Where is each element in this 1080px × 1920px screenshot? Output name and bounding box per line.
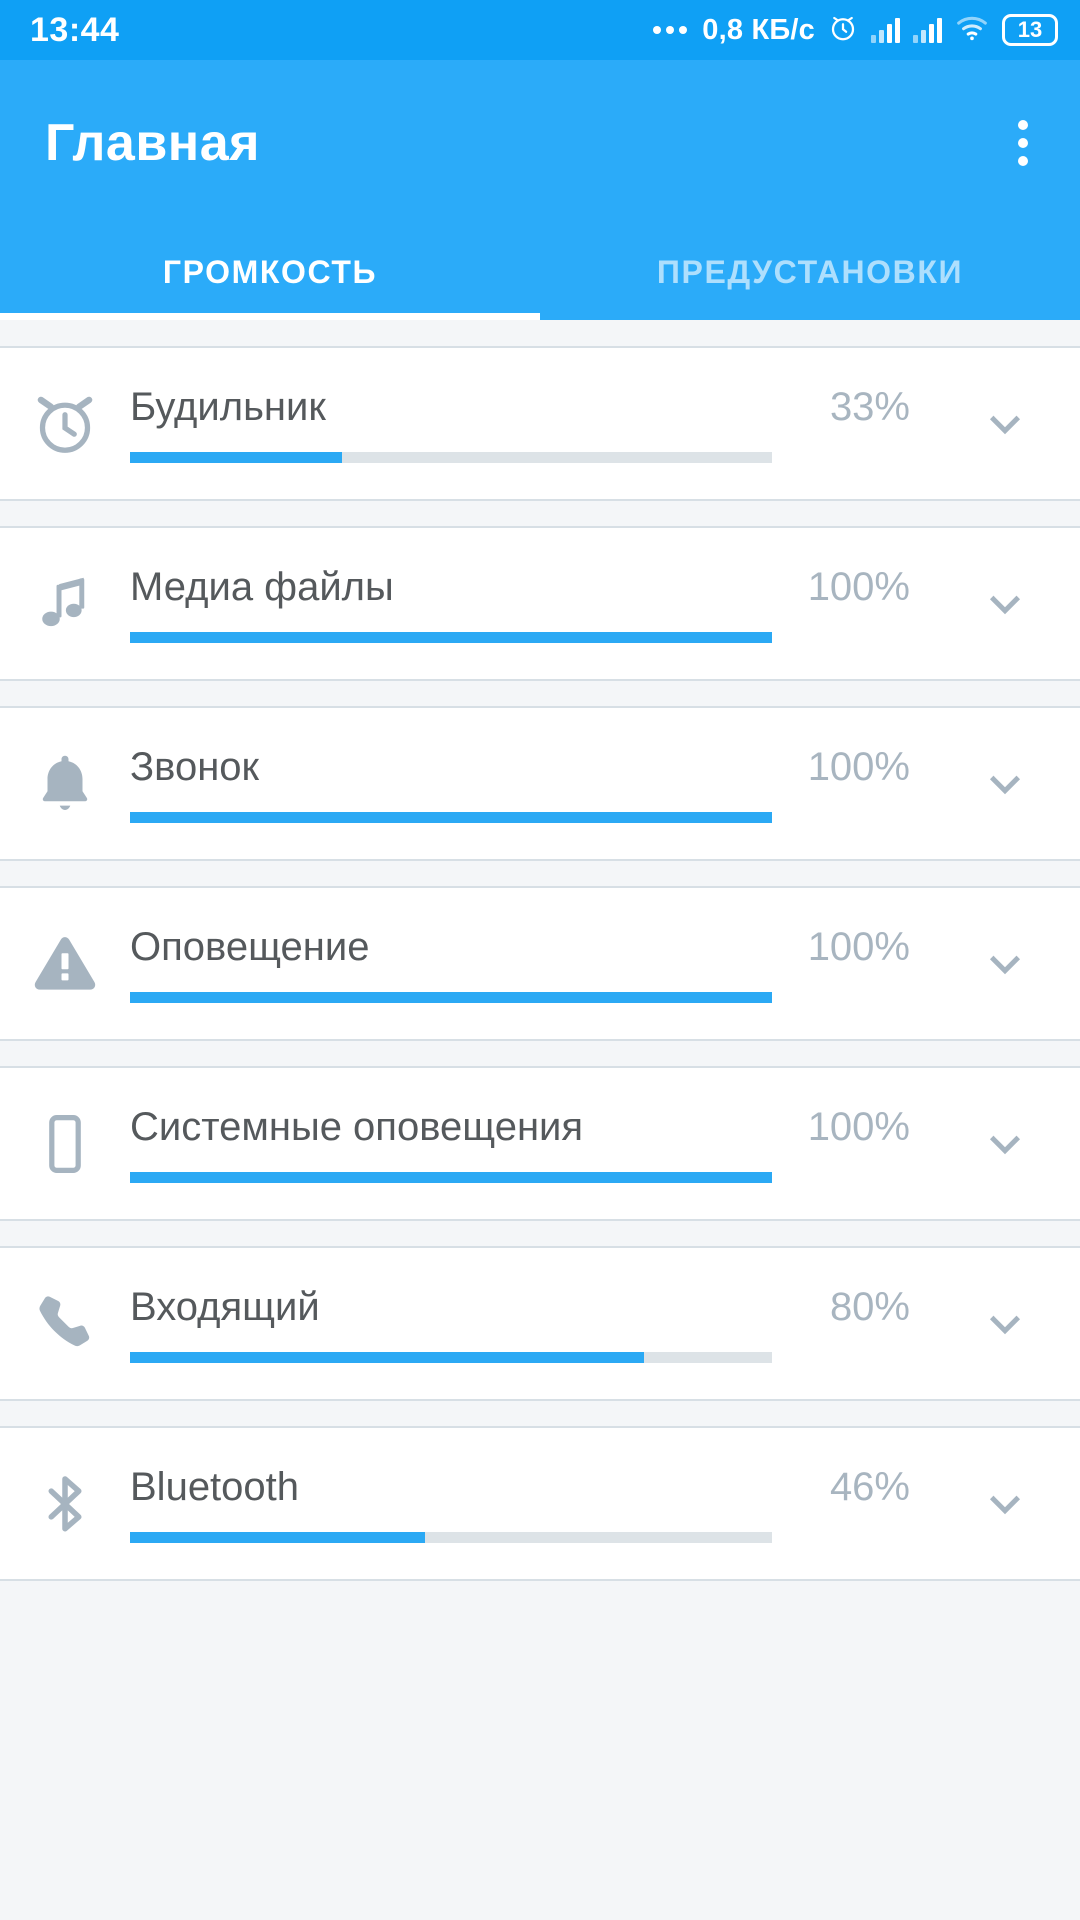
volume-row-percent: 46%	[829, 1464, 910, 1509]
expand-chevron-down-icon[interactable]	[930, 888, 1080, 1039]
more-dots-icon	[653, 26, 688, 34]
volume-row-line: Будильник 33%	[130, 385, 930, 430]
status-icons: 0,8 КБ/с 13	[653, 13, 1058, 48]
tab-volume-label: ГРОМКОСТЬ	[162, 254, 378, 290]
expand-chevron-down-icon[interactable]	[930, 1068, 1080, 1219]
volume-list: Будильник 33% Медиа файлы 100% Звонок 10…	[0, 320, 1080, 1920]
volume-row-body: Звонок 100%	[130, 745, 930, 823]
alarm-clock-icon	[0, 387, 130, 461]
volume-row-body: Медиа файлы 100%	[130, 565, 930, 643]
app-bar: Главная ГРОМКОСТЬ ПРЕДУСТАНОВКИ	[0, 60, 1080, 320]
volume-row-line: Входящий 80%	[130, 1285, 930, 1330]
music-note-icon	[0, 569, 130, 639]
volume-slider-fill	[130, 1531, 426, 1543]
overflow-menu-icon[interactable]	[1006, 106, 1040, 180]
volume-row-label: Системные оповещения	[130, 1104, 584, 1149]
app-bar-top: Главная	[0, 60, 1080, 225]
bluetooth-icon	[0, 1471, 130, 1537]
volume-row-label: Будильник	[130, 384, 326, 429]
volume-slider[interactable]	[130, 991, 772, 1003]
volume-row-percent: 100%	[807, 744, 910, 789]
volume-slider-fill	[130, 1171, 772, 1183]
volume-row-bluetooth[interactable]: Bluetooth 46%	[0, 1426, 1080, 1581]
volume-row-percent: 100%	[807, 1104, 910, 1149]
volume-row-notification[interactable]: Оповещение 100%	[0, 886, 1080, 1041]
volume-row-body: Bluetooth 46%	[130, 1465, 930, 1543]
volume-row-incoming-call[interactable]: Входящий 80%	[0, 1246, 1080, 1401]
volume-row-ringtone[interactable]: Звонок 100%	[0, 706, 1080, 861]
volume-row-body: Системные оповещения 100%	[130, 1105, 930, 1183]
volume-row-percent: 33%	[829, 384, 910, 429]
volume-row-body: Входящий 80%	[130, 1285, 930, 1363]
volume-row-label: Звонок	[130, 744, 260, 789]
tab-presets-label: ПРЕДУСТАНОВКИ	[656, 254, 964, 290]
expand-chevron-down-icon[interactable]	[930, 708, 1080, 859]
volume-row-alarm[interactable]: Будильник 33%	[0, 346, 1080, 501]
volume-row-label: Входящий	[130, 1284, 320, 1329]
volume-row-label: Оповещение	[130, 924, 370, 969]
volume-row-percent: 100%	[807, 924, 910, 969]
alarm-icon	[828, 13, 858, 48]
volume-slider[interactable]	[130, 1351, 772, 1363]
expand-chevron-down-icon[interactable]	[930, 1248, 1080, 1399]
signal-icon	[871, 17, 900, 43]
volume-slider-fill	[130, 451, 342, 463]
expand-chevron-down-icon[interactable]	[930, 348, 1080, 499]
expand-chevron-down-icon[interactable]	[930, 528, 1080, 679]
volume-row-body: Оповещение 100%	[130, 925, 930, 1003]
signal-icon	[913, 17, 942, 43]
page-title: Главная	[45, 113, 260, 172]
volume-row-media[interactable]: Медиа файлы 100%	[0, 526, 1080, 681]
volume-row-line: Системные оповещения 100%	[130, 1105, 930, 1150]
volume-slider-fill	[130, 991, 772, 1003]
volume-row-label: Bluetooth	[130, 1464, 300, 1509]
volume-slider[interactable]	[130, 811, 772, 823]
volume-row-percent: 80%	[829, 1284, 910, 1329]
volume-row-body: Будильник 33%	[130, 385, 930, 463]
status-bar: 13:44 0,8 КБ/с 13	[0, 0, 1080, 60]
tab-presets[interactable]: ПРЕДУСТАНОВКИ	[540, 225, 1080, 320]
warning-triangle-icon	[0, 929, 130, 999]
volume-row-line: Оповещение 100%	[130, 925, 930, 970]
volume-slider[interactable]	[130, 631, 772, 643]
volume-slider-fill	[130, 1351, 644, 1363]
smartphone-icon	[0, 1111, 130, 1177]
volume-row-line: Медиа файлы 100%	[130, 565, 930, 610]
tab-indicator	[0, 313, 540, 320]
volume-row-line: Звонок 100%	[130, 745, 930, 790]
bell-icon	[0, 749, 130, 819]
volume-slider[interactable]	[130, 1531, 772, 1543]
tab-volume[interactable]: ГРОМКОСТЬ	[0, 225, 540, 320]
volume-row-percent: 100%	[807, 564, 910, 609]
tab-bar: ГРОМКОСТЬ ПРЕДУСТАНОВКИ	[0, 225, 1080, 320]
expand-chevron-down-icon[interactable]	[930, 1428, 1080, 1579]
volume-slider-fill	[130, 631, 772, 643]
volume-slider[interactable]	[130, 1171, 772, 1183]
volume-row-system[interactable]: Системные оповещения 100%	[0, 1066, 1080, 1221]
volume-slider[interactable]	[130, 451, 772, 463]
phone-handset-icon	[0, 1290, 130, 1358]
volume-slider-fill	[130, 811, 772, 823]
battery-icon: 13	[1002, 14, 1058, 46]
volume-row-label: Медиа файлы	[130, 564, 394, 609]
wifi-icon	[955, 14, 989, 47]
network-speed-label: 0,8 КБ/с	[702, 13, 815, 46]
status-clock: 13:44	[30, 10, 120, 49]
volume-row-line: Bluetooth 46%	[130, 1465, 930, 1510]
